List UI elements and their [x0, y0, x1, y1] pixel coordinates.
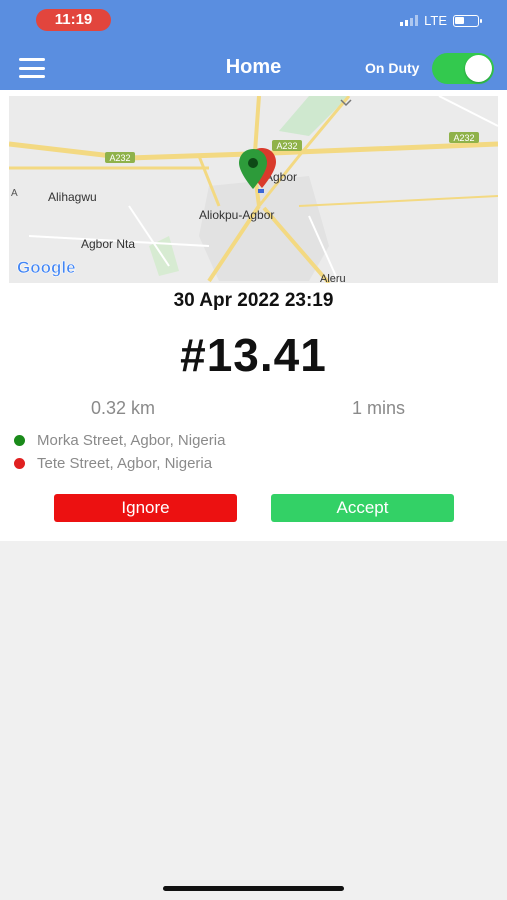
road-shield-3-label: A232 [453, 133, 474, 143]
map-canvas: A232 A232 A232 Alihagwu Agbor Aliokpu-Ag… [9, 96, 498, 283]
duty-label: On Duty [365, 60, 420, 76]
dropoff-dot-icon [14, 458, 25, 469]
page-title: Home [225, 56, 282, 78]
dropoff-address: Tete Street, Agbor, Nigeria [37, 455, 213, 472]
road-shield-2-label: A232 [276, 141, 297, 151]
status-indicators: LTE [400, 13, 482, 28]
pickup-dot-icon [14, 435, 25, 446]
map-view[interactable]: A232 A232 A232 Alihagwu Agbor Aliokpu-Ag… [9, 96, 498, 283]
toggle-knob [465, 55, 492, 82]
trip-fare: #13.41 [180, 329, 327, 381]
pickup-address-row: Morka Street, Agbor, Nigeria [14, 432, 225, 449]
trip-request-card: A232 A232 A232 Alihagwu Agbor Aliokpu-Ag… [0, 90, 507, 541]
ignore-button[interactable]: Ignore [54, 494, 237, 522]
road-shield-1: A232 [105, 152, 135, 163]
trip-datetime: 30 Apr 2022 23:19 [173, 290, 334, 311]
home-indicator[interactable] [163, 886, 344, 891]
road-shield-3: A232 [449, 132, 479, 143]
accept-button[interactable]: Accept [271, 494, 454, 522]
dropoff-address-row: Tete Street, Agbor, Nigeria [14, 455, 212, 472]
network-label: LTE [424, 13, 447, 28]
map-label-edge: A [11, 188, 18, 199]
app-header: 11:19 LTE Home On Duty [0, 0, 507, 90]
trip-distance: 0.32 km [91, 398, 156, 418]
map-label-agbor-nta: Agbor Nta [81, 237, 135, 251]
signal-icon [400, 15, 419, 26]
battery-icon [453, 14, 482, 27]
google-logo: Google [17, 258, 76, 277]
on-duty-toggle[interactable] [432, 53, 494, 84]
map-label-aliokpu: Aliokpu-Agbor [199, 208, 274, 222]
status-time: 11:19 [36, 9, 111, 31]
road-shield-2: A232 [272, 140, 302, 151]
road-shield-1-label: A232 [109, 153, 130, 163]
map-label-aleru: Aleru [320, 273, 346, 283]
pickup-address: Morka Street, Agbor, Nigeria [37, 432, 226, 449]
current-location-marker [258, 189, 264, 193]
map-label-alihagwu: Alihagwu [48, 190, 97, 204]
trip-duration: 1 mins [352, 398, 406, 418]
